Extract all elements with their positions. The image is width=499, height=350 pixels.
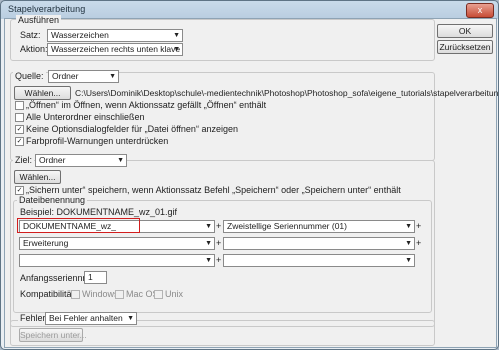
source-option-3-checkbox[interactable]: ✓ bbox=[15, 125, 24, 134]
source-option-4-checkbox[interactable]: ✓ bbox=[15, 137, 24, 146]
naming-field-3-right[interactable]: ▼ bbox=[223, 254, 415, 267]
source-select[interactable]: Ordner ▼ bbox=[48, 70, 119, 83]
action-select-value: Wasserzeichen rechts unten klave bbox=[51, 44, 181, 54]
plus-icon: + bbox=[416, 238, 422, 248]
naming-field-3-left[interactable]: ▼ bbox=[19, 254, 215, 267]
destination-select-value: Ordner bbox=[39, 155, 66, 165]
source-path: C:\Users\Dominik\Desktop\schule\-medient… bbox=[75, 88, 499, 98]
plus-icon: + bbox=[216, 221, 222, 231]
compat-mac-checkbox[interactable] bbox=[115, 290, 124, 299]
dialog-window: Stapelverarbeitung x Ausführen Satz: Was… bbox=[0, 0, 499, 350]
action-label: Aktion: bbox=[20, 44, 48, 54]
destination-label: Ziel: bbox=[13, 155, 35, 165]
close-button[interactable]: x bbox=[466, 3, 494, 18]
chevron-down-icon: ▼ bbox=[109, 73, 116, 80]
chevron-down-icon: ▼ bbox=[117, 157, 124, 164]
source-label: Quelle: bbox=[13, 71, 46, 81]
action-select[interactable]: Wasserzeichen rechts unten klave ▼ bbox=[47, 43, 183, 56]
start-serial-label: Anfangsseriennr.: bbox=[20, 273, 91, 283]
naming-legend: Dateibenennung bbox=[17, 195, 88, 205]
chevron-down-icon: ▼ bbox=[405, 240, 412, 247]
plus-icon: + bbox=[216, 255, 222, 265]
reset-button[interactable]: Zurücksetzen bbox=[437, 40, 493, 54]
chevron-down-icon: ▼ bbox=[127, 315, 134, 322]
window-title: Stapelverarbeitung bbox=[8, 4, 86, 14]
source-option-2-checkbox[interactable] bbox=[15, 113, 24, 122]
set-label: Satz: bbox=[20, 30, 41, 40]
chevron-down-icon: ▼ bbox=[173, 46, 180, 53]
ok-button[interactable]: OK bbox=[437, 24, 493, 38]
chevron-down-icon: ▼ bbox=[173, 32, 180, 39]
destination-select[interactable]: Ordner ▼ bbox=[35, 154, 127, 167]
source-option-2-label: Alle Unterordner einschließen bbox=[26, 112, 145, 122]
errors-select-value: Bei Fehler anhalten bbox=[49, 313, 123, 323]
checkmark-icon: ✓ bbox=[16, 138, 23, 145]
plus-icon: + bbox=[216, 238, 222, 248]
chevron-down-icon: ▼ bbox=[205, 223, 212, 230]
naming-field-2-left-value: Erweiterung bbox=[23, 238, 69, 248]
errors-select[interactable]: Bei Fehler anhalten ▼ bbox=[45, 312, 137, 325]
source-select-value: Ordner bbox=[52, 71, 79, 81]
source-option-1-checkbox[interactable] bbox=[15, 101, 24, 110]
compat-windows-label: Windows bbox=[82, 289, 119, 299]
highlight-box bbox=[17, 218, 140, 233]
source-option-1-label: „Öffnen“ im Öffnen, wenn Aktionssatz gef… bbox=[26, 100, 267, 110]
play-legend: Ausführen bbox=[16, 15, 62, 25]
chevron-down-icon: ▼ bbox=[205, 240, 212, 247]
set-select-value: Wasserzeichen bbox=[51, 30, 109, 40]
compat-unix-checkbox[interactable] bbox=[154, 290, 163, 299]
destination-choose-button[interactable]: Wählen... bbox=[14, 170, 61, 184]
title-bar: Stapelverarbeitung x bbox=[1, 1, 498, 18]
compat-windows-checkbox[interactable] bbox=[71, 290, 80, 299]
dialog-client: Ausführen Satz: Wasserzeichen ▼ Aktion: … bbox=[4, 15, 499, 348]
chevron-down-icon: ▼ bbox=[205, 257, 212, 264]
naming-field-1-right-value: Zweistellige Seriennummer (01) bbox=[227, 221, 347, 231]
source-choose-button[interactable]: Wählen... bbox=[14, 86, 71, 100]
destination-override-checkbox[interactable]: ✓ bbox=[15, 186, 24, 195]
compat-label: Kompatibilität: bbox=[20, 289, 77, 299]
set-select[interactable]: Wasserzeichen ▼ bbox=[47, 29, 183, 42]
compat-unix-label: Unix bbox=[165, 289, 184, 299]
source-option-3-label: Keine Optionsdialogfelder für „Datei öff… bbox=[26, 124, 238, 134]
naming-example: Beispiel: DOKUMENTNAME_wz_01.gif bbox=[20, 207, 178, 217]
naming-field-1-right[interactable]: Zweistellige Seriennummer (01) ▼ bbox=[223, 220, 415, 233]
plus-icon: + bbox=[416, 221, 422, 231]
destination-override-label: „Sichern unter“ speichern, wenn Aktionss… bbox=[26, 185, 401, 195]
naming-field-2-right[interactable]: ▼ bbox=[223, 237, 415, 250]
checkmark-icon: ✓ bbox=[16, 187, 23, 194]
checkmark-icon: ✓ bbox=[16, 126, 23, 133]
chevron-down-icon: ▼ bbox=[405, 257, 412, 264]
naming-field-2-left[interactable]: Erweiterung ▼ bbox=[19, 237, 215, 250]
chevron-down-icon: ▼ bbox=[405, 223, 412, 230]
errors-save-button[interactable]: Speichern unter... bbox=[19, 328, 87, 342]
start-serial-input[interactable]: 1 bbox=[84, 271, 107, 284]
source-option-4-label: Farbprofil-Warnungen unterdrücken bbox=[26, 136, 169, 146]
